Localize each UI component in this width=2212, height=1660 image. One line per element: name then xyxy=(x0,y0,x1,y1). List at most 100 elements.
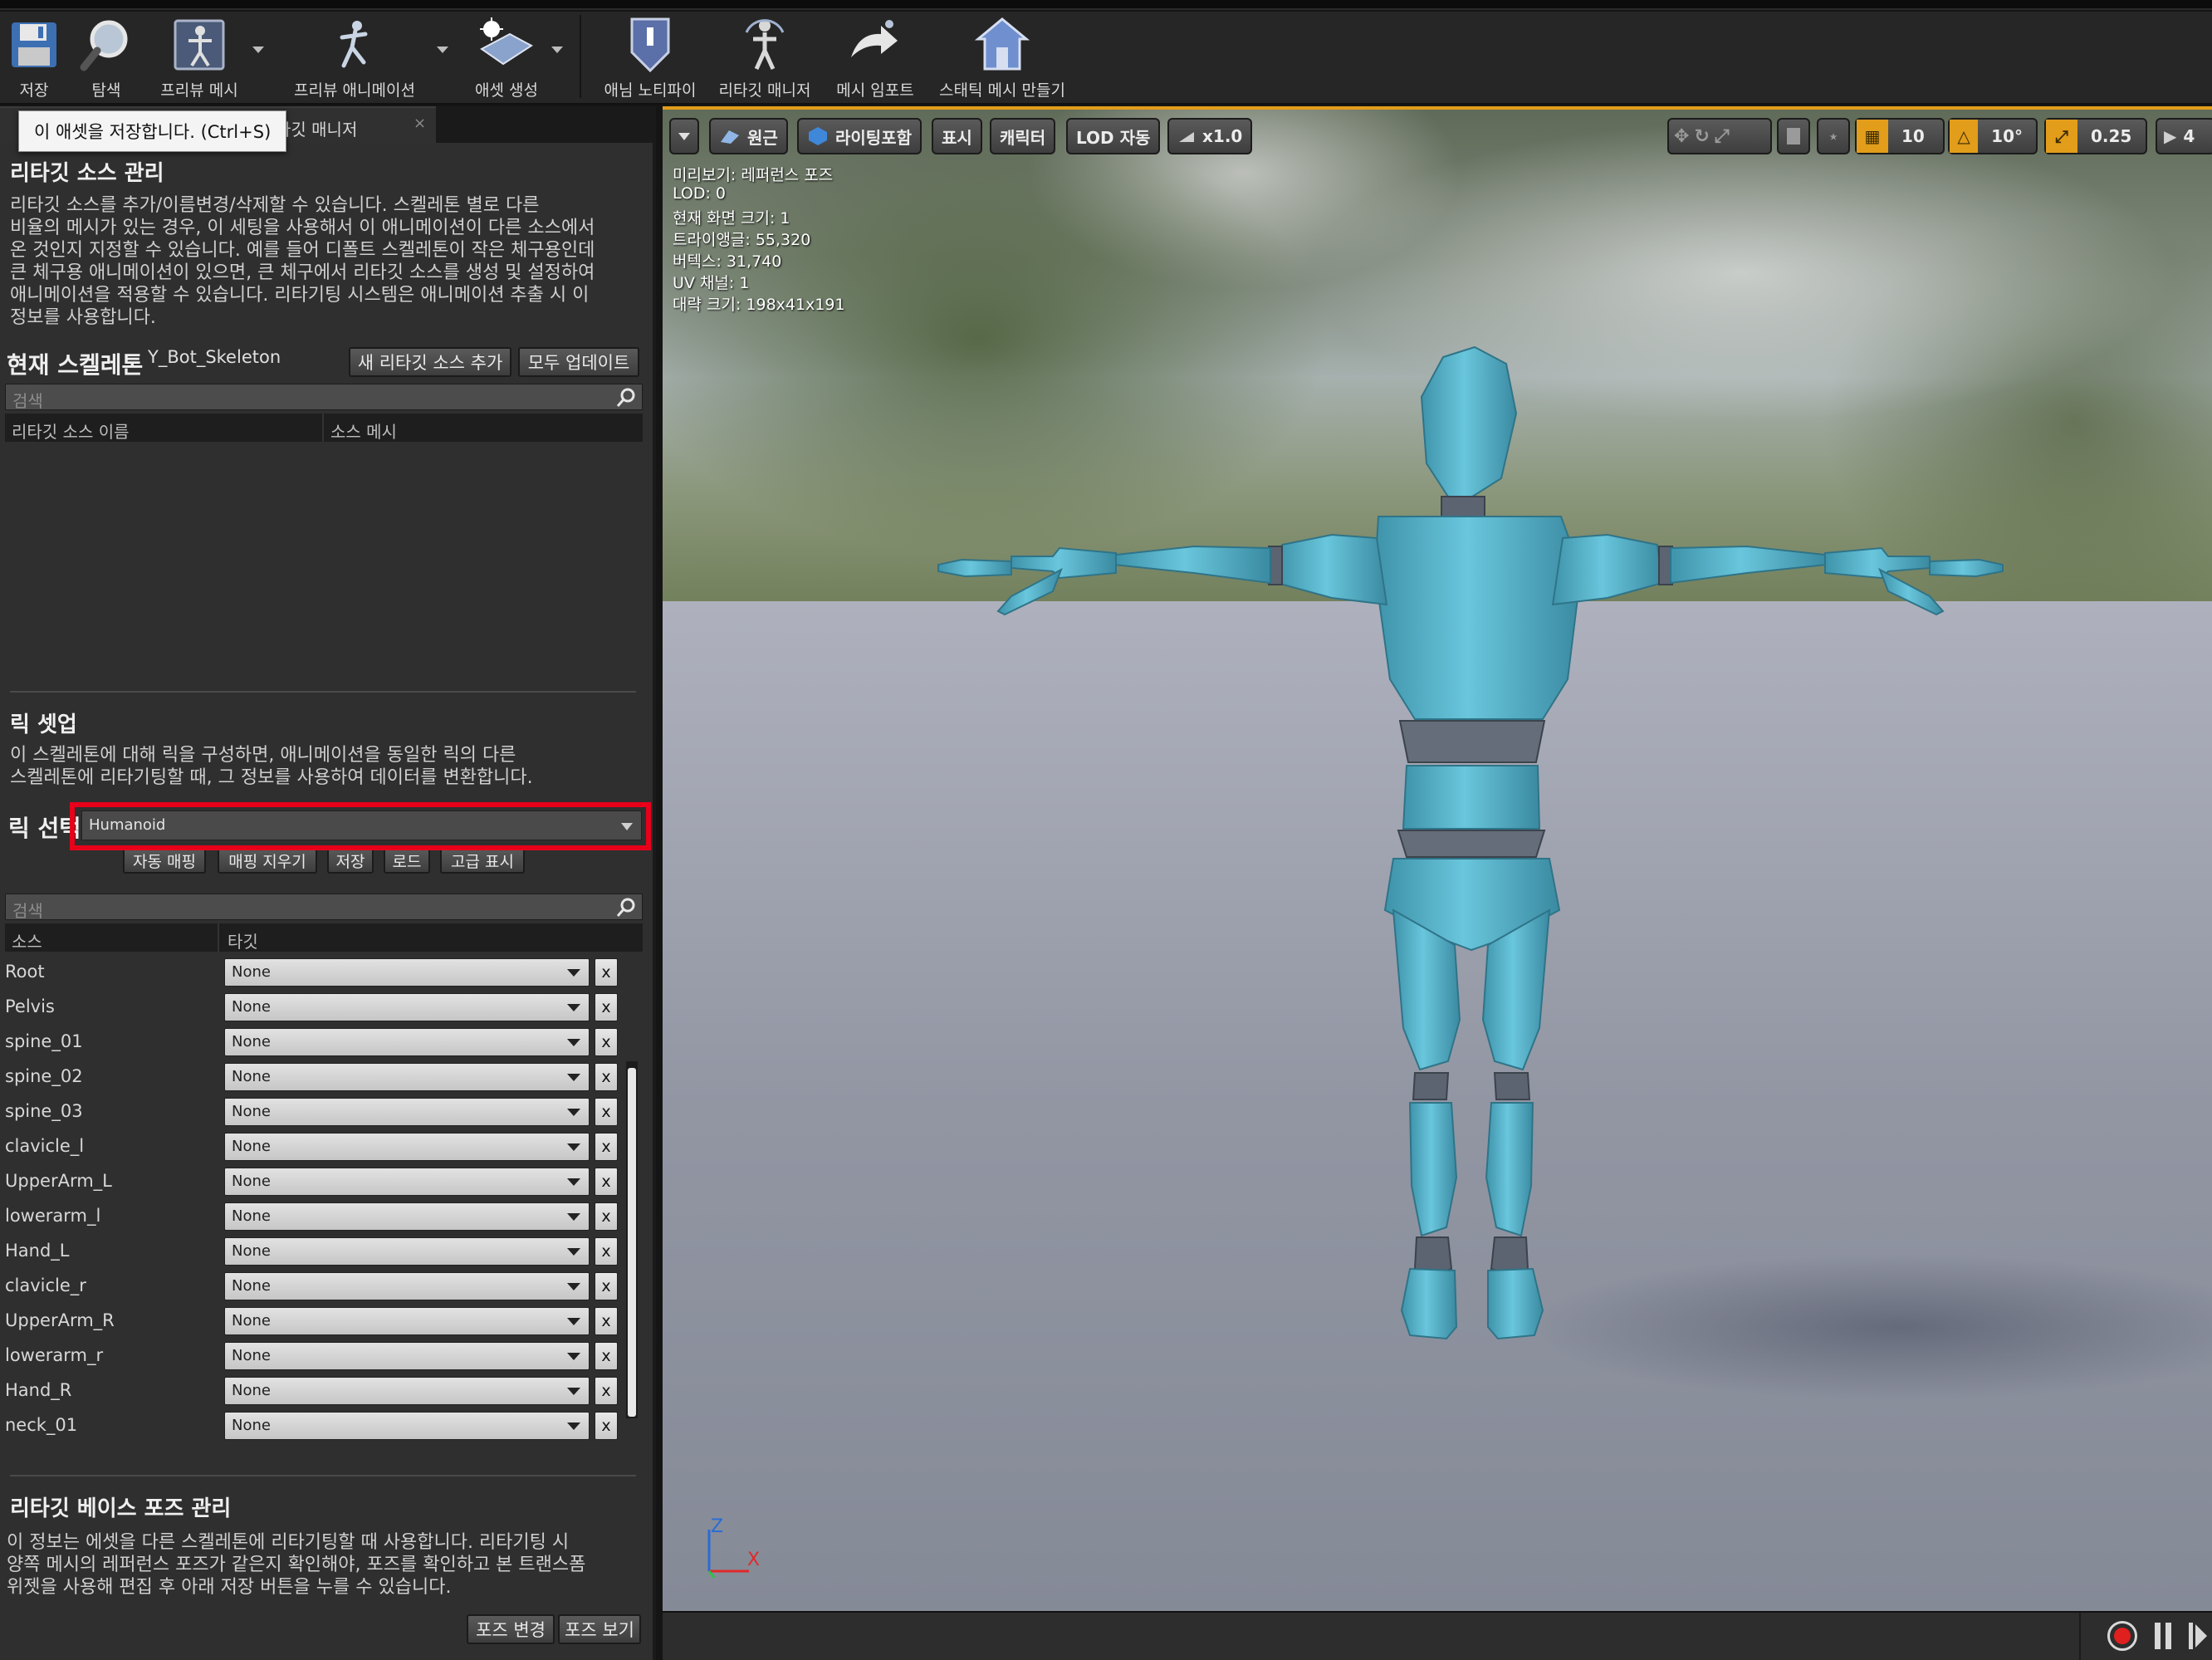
clear-bone-button[interactable]: x xyxy=(595,958,618,987)
view-pose-button[interactable]: 포즈 보기 xyxy=(558,1614,641,1644)
target-bone-dropdown[interactable]: None xyxy=(224,1307,590,1335)
grid-icon: ▦ xyxy=(1857,120,1888,153)
chevron-down-icon xyxy=(678,132,690,140)
clear-bone-button[interactable]: x xyxy=(595,1028,618,1056)
current-skeleton-value: Y_Bot_Skeleton xyxy=(148,347,281,367)
target-bone-dropdown[interactable]: None xyxy=(224,1202,590,1231)
step-forward-button[interactable] xyxy=(2189,1623,2209,1651)
chevron-down-icon xyxy=(567,1213,580,1221)
target-bone-dropdown[interactable]: None xyxy=(224,958,590,987)
bone-search-input[interactable]: 검색 xyxy=(5,894,643,921)
source-search-input[interactable]: 검색 xyxy=(5,384,643,411)
source-column[interactable]: 소스 xyxy=(12,928,42,952)
clear-bone-button[interactable]: x xyxy=(595,1202,618,1231)
chevron-down-icon xyxy=(567,1388,580,1395)
add-retarget-source-button[interactable]: 새 리타깃 소스 추가 xyxy=(349,347,511,377)
coordinate-system-button[interactable] xyxy=(1777,118,1810,154)
clear-bone-button[interactable]: x xyxy=(595,1342,618,1370)
chevron-down-icon[interactable] xyxy=(252,47,264,53)
scrollbar-thumb[interactable] xyxy=(628,1068,636,1417)
browse-button[interactable]: 탐색 xyxy=(65,12,148,101)
source-section-description: 리타깃 소스를 추가/이름변경/삭제할 수 있습니다. 스켈레톤 별로 다른 비… xyxy=(10,195,595,328)
clear-bone-button[interactable]: x xyxy=(595,1412,618,1440)
clear-bone-button[interactable]: x xyxy=(595,1237,618,1266)
source-name-column[interactable]: 리타깃 소스 이름 xyxy=(12,419,130,443)
save-mapping-button[interactable]: 저장 xyxy=(327,847,374,874)
record-icon xyxy=(2114,1628,2131,1644)
clear-bone-button[interactable]: x xyxy=(595,1133,618,1161)
surface-snap-button[interactable]: ⋆ xyxy=(1817,118,1850,154)
target-bone-dropdown[interactable]: None xyxy=(224,1028,590,1056)
table-row: neck_01 None x xyxy=(0,1408,635,1443)
mannequin-character[interactable] xyxy=(663,106,2212,1611)
modify-pose-button[interactable]: 포즈 변경 xyxy=(467,1614,555,1644)
step-forward-icon xyxy=(2189,1623,2193,1649)
preview-mesh-button[interactable]: 프리뷰 메시 xyxy=(149,12,264,101)
clear-bone-button[interactable]: x xyxy=(595,993,618,1021)
lod-button[interactable]: LOD 자동 xyxy=(1066,118,1161,154)
show-flags-button[interactable]: 표시 xyxy=(932,118,982,154)
chevron-down-icon[interactable] xyxy=(551,47,563,53)
target-bone-dropdown[interactable]: None xyxy=(224,1133,590,1161)
retarget-manager-button[interactable]: 리타깃 매니저 xyxy=(711,12,819,101)
pose-section-description: 이 정보는 에셋을 다른 스켈레톤에 리타기팅할 때 사용합니다. 리타기팅 시… xyxy=(7,1532,586,1598)
close-icon[interactable]: × xyxy=(414,115,426,132)
camera-speed-button[interactable]: ▶ 4 xyxy=(2156,118,2212,154)
play-triangle-icon xyxy=(2195,1624,2207,1648)
preview-animation-button[interactable]: 프리뷰 애니메이션 xyxy=(276,12,448,101)
target-bone-dropdown[interactable]: None xyxy=(224,1377,590,1405)
auto-mapping-button[interactable]: 자동 매핑 xyxy=(123,847,206,874)
viewport-options-button[interactable] xyxy=(669,118,699,154)
target-bone-dropdown[interactable]: None xyxy=(224,1063,590,1091)
record-button[interactable] xyxy=(2107,1621,2137,1651)
clear-bone-button[interactable]: x xyxy=(595,1307,618,1335)
chevron-down-icon xyxy=(567,1423,580,1430)
target-bone-dropdown[interactable]: None xyxy=(224,1272,590,1300)
chevron-down-icon xyxy=(567,1004,580,1011)
rotation-snap-button[interactable]: △ 10° xyxy=(1948,118,2038,154)
source-mesh-column[interactable]: 소스 메시 xyxy=(330,419,397,443)
save-button[interactable]: 저장 xyxy=(5,12,63,101)
pause-button[interactable] xyxy=(2151,1623,2175,1651)
lit-sphere-icon xyxy=(809,127,827,145)
target-bone-dropdown[interactable]: None xyxy=(224,1412,590,1440)
target-bone-dropdown[interactable]: None xyxy=(224,1168,590,1196)
skeletal-mesh-icon xyxy=(170,15,228,75)
lighting-mode-button[interactable]: 라이팅포함 xyxy=(797,118,922,154)
clear-bone-button[interactable]: x xyxy=(595,1272,618,1300)
clear-bone-button[interactable]: x xyxy=(595,1063,618,1091)
create-asset-button[interactable]: 애셋 생성 xyxy=(465,12,563,101)
bone-list-header: 소스 타깃 xyxy=(5,923,643,952)
translate-icon[interactable]: ✥ xyxy=(1674,126,1689,147)
rotate-icon[interactable]: ↻ xyxy=(1694,126,1709,147)
static-mesh-icon xyxy=(975,15,1030,75)
surface-snap-icon: ⋆ xyxy=(1828,126,1839,146)
character-menu-button[interactable]: 캐릭터 xyxy=(990,118,1056,154)
target-bone-dropdown[interactable]: None xyxy=(224,993,590,1021)
viewport[interactable]: 원근 라이팅포함 표시 캐릭터 LOD 자동 x1.0 ✥ ↻ ⤢ ⋆ ▦ 10… xyxy=(663,106,2212,1611)
grid-snap-button[interactable]: ▦ 10 xyxy=(1855,118,1945,154)
playback-speed-button[interactable]: x1.0 xyxy=(1167,118,1253,154)
bone-list-scrollbar[interactable] xyxy=(626,1061,638,1418)
scale-snap-button[interactable]: ⤢ 0.25 xyxy=(2044,118,2147,154)
import-mesh-button[interactable]: 메시 임포트 xyxy=(825,12,925,101)
pause-icon xyxy=(2155,1623,2161,1649)
show-advanced-button[interactable]: 고급 표시 xyxy=(440,847,525,874)
chevron-down-icon[interactable] xyxy=(437,47,448,53)
target-bone-dropdown[interactable]: None xyxy=(224,1098,590,1126)
update-all-button[interactable]: 모두 업데이트 xyxy=(518,347,639,377)
clear-bone-button[interactable]: x xyxy=(595,1377,618,1405)
clear-mapping-button[interactable]: 매핑 지우기 xyxy=(218,847,317,874)
target-column[interactable]: 타깃 xyxy=(228,928,258,952)
make-static-mesh-button[interactable]: 스태틱 메시 만들기 xyxy=(932,12,1073,101)
perspective-button[interactable]: 원근 xyxy=(709,118,788,154)
table-row: Pelvis None x xyxy=(0,990,635,1025)
scale-icon[interactable]: ⤢ xyxy=(1715,126,1730,147)
clear-bone-button[interactable]: x xyxy=(595,1168,618,1196)
target-bone-dropdown[interactable]: None xyxy=(224,1342,590,1370)
anim-notify-icon xyxy=(625,15,675,75)
anim-notify-button[interactable]: 애님 노티파이 xyxy=(596,12,704,101)
clear-bone-button[interactable]: x xyxy=(595,1098,618,1126)
target-bone-dropdown[interactable]: None xyxy=(224,1237,590,1266)
load-mapping-button[interactable]: 로드 xyxy=(384,847,430,874)
